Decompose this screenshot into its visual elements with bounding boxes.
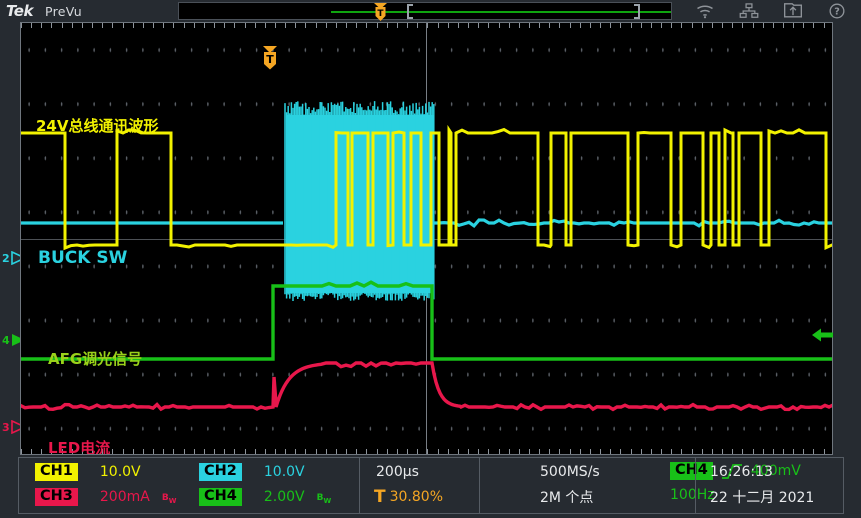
- overview-trigger-marker[interactable]: T: [374, 3, 387, 21]
- trigger-position-value[interactable]: 30.80%: [390, 489, 443, 505]
- label-ch3: LED电流: [48, 437, 110, 455]
- svg-text:?: ?: [834, 7, 840, 18]
- ch1-scale[interactable]: 10.0V: [100, 464, 141, 480]
- status-timebase-section: 200µs T 30.80%: [359, 458, 479, 513]
- timebase-value[interactable]: 200µs: [376, 464, 419, 480]
- ch2-marker-number: 2: [2, 253, 10, 264]
- clock-date: 22 十二月 2021: [710, 487, 814, 507]
- wifi-icon[interactable]: [695, 2, 715, 20]
- tek-logo: Tek: [6, 2, 33, 20]
- trigger-level-arrow[interactable]: [812, 327, 834, 343]
- network-icon[interactable]: [739, 2, 759, 20]
- label-ch4: AFG调光信号: [48, 348, 142, 369]
- overview-bracket-left[interactable]: [407, 4, 413, 19]
- record-overview[interactable]: T: [178, 2, 672, 20]
- ch3-chip[interactable]: CH3: [35, 488, 78, 506]
- status-bar-frame: CH1 10.0V CH3 200mA BW CH2 10.0V CH4 2.0…: [18, 457, 844, 514]
- ch4-chip[interactable]: CH4: [199, 488, 242, 506]
- oscilloscope-screen: Tek PreVu T: [0, 0, 861, 518]
- ch1-chip[interactable]: CH1: [35, 463, 78, 481]
- trigger-position-label: T: [374, 487, 386, 507]
- status-bar: CH1 10.0V CH3 200mA BW CH2 10.0V CH4 2.0…: [0, 455, 861, 518]
- trigger-position-marker[interactable]: T: [262, 46, 278, 70]
- top-bar: Tek PreVu T: [0, 0, 861, 22]
- ch3-marker-number: 3: [2, 422, 10, 433]
- sample-rate-value[interactable]: 500MS/s: [540, 464, 600, 480]
- clock-time: 16:26:13: [710, 464, 773, 480]
- ch2-scale[interactable]: 10.0V: [264, 464, 305, 480]
- trace-ch3-led: [21, 363, 833, 409]
- graticule[interactable]: 24V总线通讯波形 BUCK SW AFG调光信号 LED电流: [20, 22, 833, 455]
- ch4-bandwidth-icon: BW: [317, 493, 332, 505]
- ch4-scale[interactable]: 2.00V: [264, 489, 305, 505]
- waveform-area: 2 4 3: [0, 22, 861, 455]
- label-ch1: 24V总线通讯波形: [36, 115, 158, 136]
- svg-text:T: T: [266, 53, 274, 66]
- top-icon-group: ?: [695, 1, 847, 21]
- ch3-bandwidth-icon: BW: [162, 493, 177, 505]
- ch4-marker-number: 4: [2, 335, 10, 346]
- save-to-folder-icon[interactable]: [783, 2, 803, 20]
- prevu-status: PreVu: [45, 4, 82, 19]
- waveform-traces: [21, 23, 833, 455]
- ch3-scale[interactable]: 200mA: [100, 489, 150, 505]
- status-datetime-section: 16:26:13 22 十二月 2021: [695, 458, 843, 513]
- label-ch2: BUCK SW: [38, 248, 127, 268]
- status-acquisition-section: 500MS/s 2M 个点 CH4 400mV 100Hz: [479, 458, 695, 513]
- overview-bracket-right[interactable]: [634, 4, 640, 19]
- record-length-value[interactable]: 2M 个点: [540, 487, 593, 507]
- svg-text:T: T: [377, 9, 384, 19]
- help-icon[interactable]: ?: [827, 2, 847, 20]
- ch2-chip[interactable]: CH2: [199, 463, 242, 481]
- status-channels-section: CH1 10.0V CH3 200mA BW CH2 10.0V CH4 2.0…: [19, 458, 359, 513]
